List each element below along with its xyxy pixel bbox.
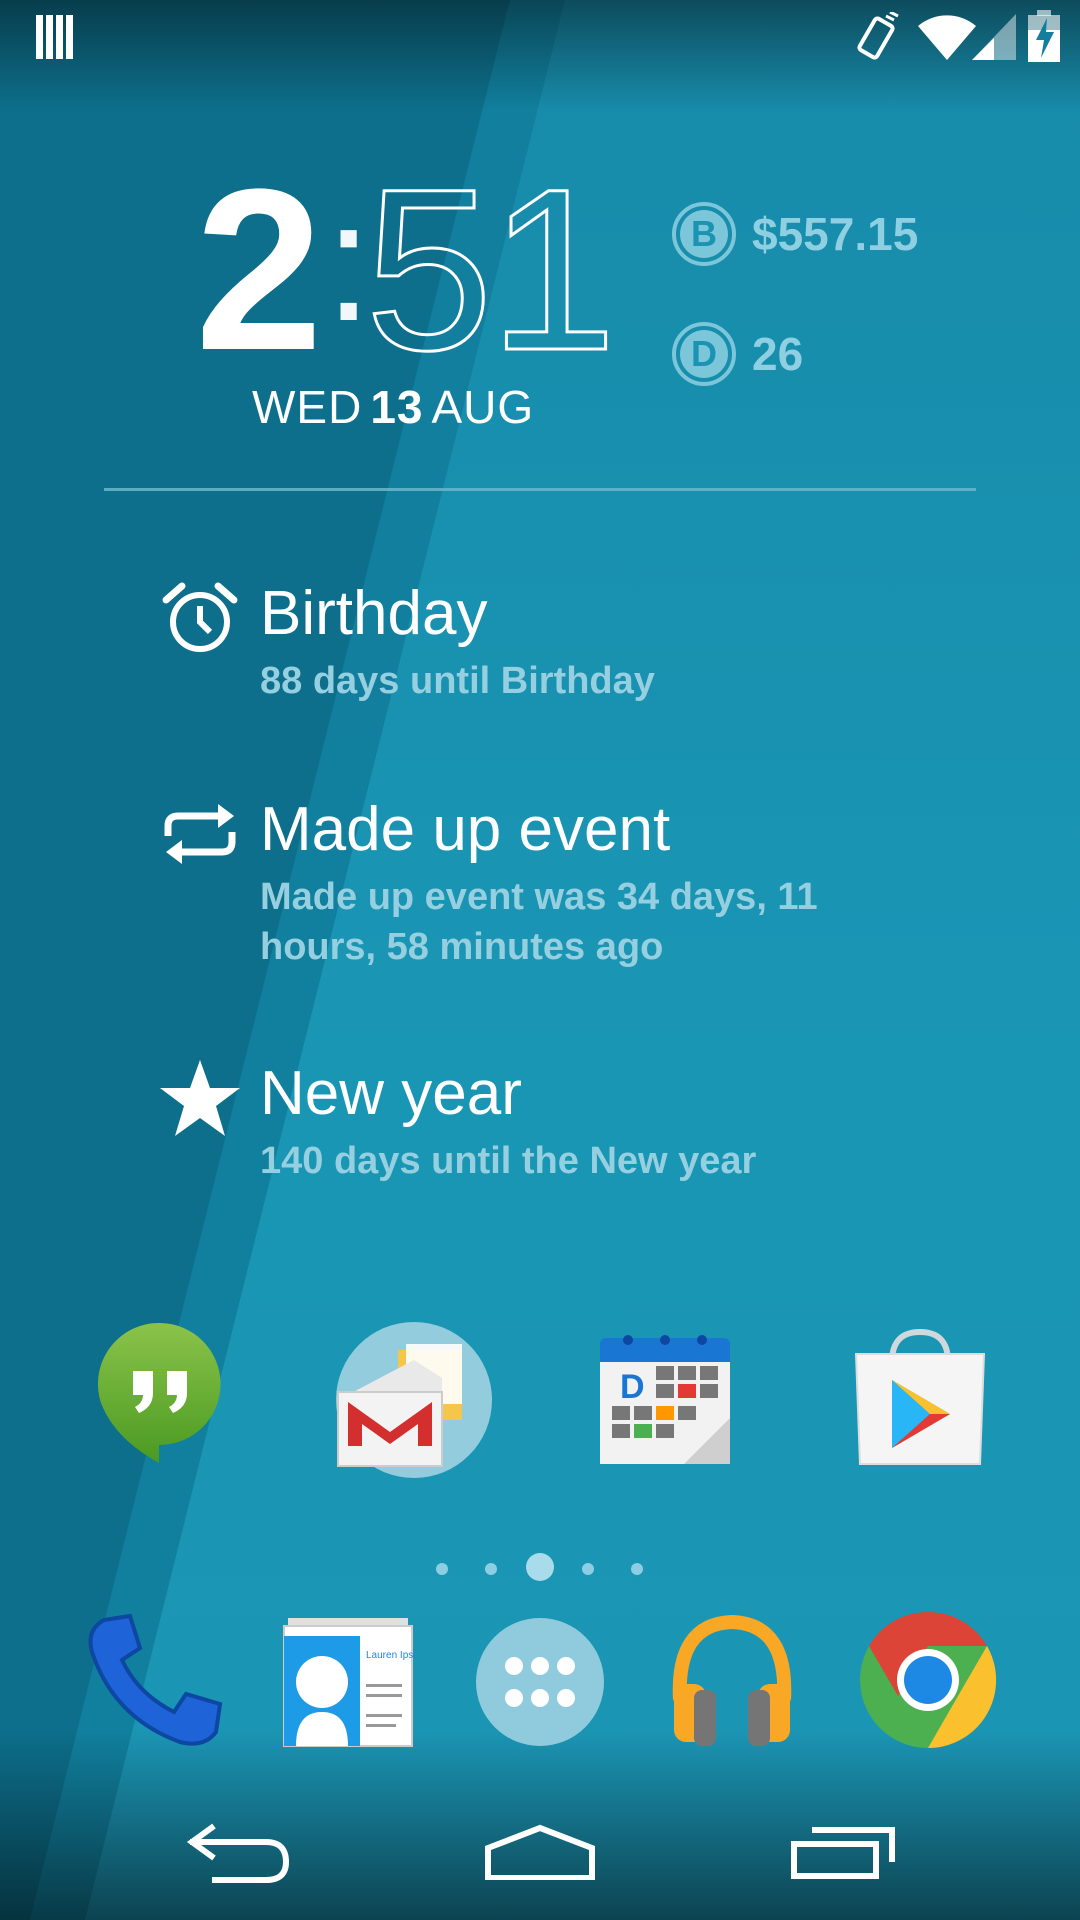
battery-charging-icon xyxy=(1028,10,1060,62)
star-icon xyxy=(160,1060,240,1136)
page-dot[interactable] xyxy=(582,1563,594,1575)
recents-button[interactable] xyxy=(790,1826,896,1880)
date-day: WED xyxy=(252,381,363,433)
dogecoin-value: 26 xyxy=(752,328,804,380)
event-title: Birthday xyxy=(260,579,488,648)
dogecoin-ticker[interactable]: D 26 xyxy=(672,322,803,386)
play-store-icon xyxy=(854,1328,986,1465)
page-dot[interactable] xyxy=(631,1563,643,1575)
calendar-app[interactable]: D xyxy=(598,1330,732,1470)
page-indicator[interactable] xyxy=(430,1553,650,1583)
alarm-clock-icon xyxy=(162,582,238,652)
app-drawer-button[interactable] xyxy=(472,1614,608,1750)
status-bar[interactable] xyxy=(0,0,1080,75)
gmail-app[interactable] xyxy=(332,1318,496,1482)
page-dot-active[interactable] xyxy=(526,1553,554,1581)
barcode-notification-icon xyxy=(36,15,73,59)
contacts-card-name: Lauren Ipsum xyxy=(366,1650,416,1661)
contacts-icon: Lauren Ipsum xyxy=(283,1618,416,1747)
date-number: 13 xyxy=(370,381,424,433)
repeat-icon xyxy=(164,804,236,864)
chrome-icon xyxy=(860,1611,997,1749)
signal-icon xyxy=(972,14,1016,60)
wifi-icon xyxy=(918,15,976,60)
clock-hour: 2 xyxy=(195,141,323,398)
back-button[interactable] xyxy=(186,1822,290,1884)
date-label: WED 13 AUG xyxy=(252,380,534,434)
vibrate-icon xyxy=(857,12,899,60)
bitcoin-ticker[interactable]: B $557.15 xyxy=(672,202,918,266)
event-subtitle: 88 days until Birthday xyxy=(260,660,655,702)
play-music-icon xyxy=(672,1614,792,1746)
date-month: AUG xyxy=(431,381,535,433)
phone-icon xyxy=(88,1613,223,1746)
hangouts-app[interactable] xyxy=(90,1322,230,1463)
divider xyxy=(104,488,976,491)
gmail-icon xyxy=(336,1322,492,1478)
home-button[interactable] xyxy=(484,1824,596,1880)
page-dot[interactable] xyxy=(485,1563,497,1575)
bitcoin-icon: B xyxy=(672,202,736,266)
dogecoin-symbol: D xyxy=(680,330,728,378)
clock-minute: 51 xyxy=(364,141,619,398)
event-title: New year xyxy=(260,1059,522,1128)
calendar-icon: D xyxy=(600,1335,730,1464)
hangouts-icon xyxy=(97,1322,221,1463)
app-drawer-icon xyxy=(476,1618,604,1746)
chrome-app[interactable] xyxy=(854,1606,1002,1754)
play-store-app[interactable] xyxy=(850,1328,990,1468)
contacts-app[interactable]: Lauren Ipsum xyxy=(280,1614,416,1750)
dogecoin-icon: D xyxy=(672,322,736,386)
clock-widget[interactable]: 2 : 51 xyxy=(195,141,618,398)
bitcoin-symbol: B xyxy=(680,210,728,258)
phone-app[interactable] xyxy=(84,1608,228,1752)
bitcoin-price: $557.15 xyxy=(752,208,919,260)
page-dot[interactable] xyxy=(436,1563,448,1575)
play-music-app[interactable] xyxy=(664,1610,800,1752)
event-subtitle: Made up event was 34 days, 11 hours, 58 … xyxy=(260,876,818,968)
event-title: Made up event xyxy=(260,795,671,864)
calendar-letter: D xyxy=(620,1368,645,1406)
event-subtitle: 140 days until the New year xyxy=(260,1140,757,1182)
